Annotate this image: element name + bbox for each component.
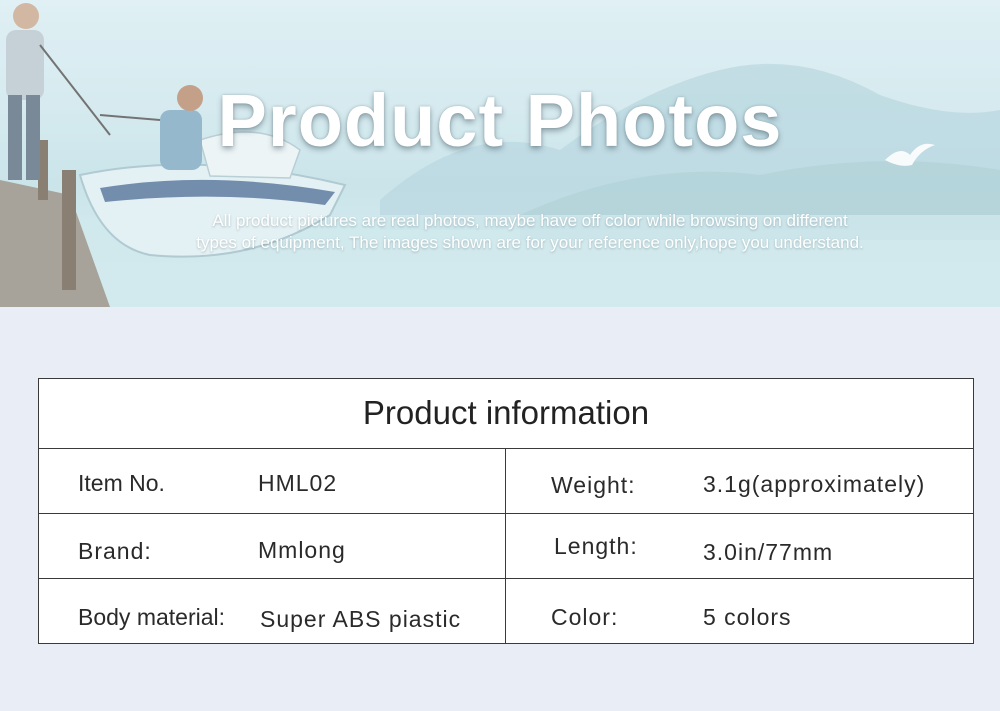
table-row: Item No. HML02 Weight: 3.1g(approximatel… bbox=[39, 449, 973, 514]
brand-value: Mmlong bbox=[258, 537, 346, 563]
length-label: Length: bbox=[554, 533, 638, 559]
table-row: Body material: Super ABS piastic Color: … bbox=[39, 579, 973, 644]
product-information-table: Product information Item No. HML02 Weigh… bbox=[38, 378, 974, 644]
banner-title: Product Photos bbox=[217, 79, 783, 162]
weight-value: 3.1g(approximately) bbox=[703, 471, 926, 497]
color-label: Color: bbox=[551, 604, 619, 630]
table-row: Brand: Mmlong Length: 3.0in/77mm bbox=[39, 514, 973, 579]
banner-subtitle-line2: types of equipment, The images shown are… bbox=[196, 233, 864, 252]
weight-label: Weight: bbox=[551, 472, 636, 498]
brand-label: Brand: bbox=[78, 538, 152, 564]
body-material-value: Super ABS piastic bbox=[260, 606, 462, 632]
item-no-value: HML02 bbox=[258, 470, 338, 496]
banner-subtitle: All product pictures are real photos, ma… bbox=[150, 210, 910, 254]
item-no-label: Item No. bbox=[78, 470, 165, 496]
product-photos-banner: Product Photos All product pictures are … bbox=[0, 0, 1000, 307]
body-material-label: Body material: bbox=[78, 604, 226, 630]
length-value: 3.0in/77mm bbox=[703, 539, 834, 565]
banner-subtitle-line1: All product pictures are real photos, ma… bbox=[212, 211, 848, 230]
color-value: 5 colors bbox=[703, 604, 792, 630]
table-title: Product information bbox=[39, 379, 973, 449]
